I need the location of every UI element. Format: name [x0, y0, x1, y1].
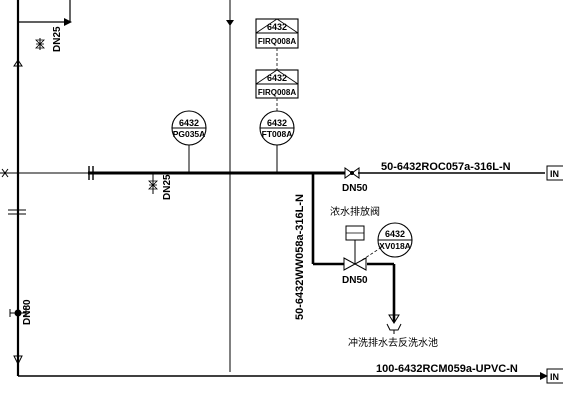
drain-line-label: 50-6432WW058a-316L-N: [294, 194, 306, 320]
instrument-xv018a: 6432 XV018A: [377, 222, 413, 258]
drain-branch-pipe: [311, 173, 402, 334]
left-vent-valve: DN80: [9, 299, 33, 325]
header-drain-valve: DN25: [148, 173, 173, 200]
xv018a-number: 6432: [385, 229, 405, 239]
outlet-valve-size: DN50: [342, 183, 368, 194]
drain-control-valve: DN50 浓水排放阀: [330, 205, 383, 286]
firq008a-upper-number: 6432: [267, 22, 287, 32]
pid-diagram: DN25 DN80 DN25 6432 PG035A 6432 FT008A 6…: [0, 0, 563, 384]
bottom-line-label: 100-6432RCM059a-UPVC-N: [376, 363, 518, 375]
left-vertical-pipe: [8, 0, 72, 376]
vertical-reference-line: [226, 0, 234, 372]
instrument-pg035a: 6432 PG035A: [171, 110, 207, 173]
drain-valve-caption: 浓水排放阀: [330, 205, 380, 218]
instrument-ft008a: 6432 FT008A: [259, 48, 295, 173]
pg035a-number: 6432: [179, 118, 199, 128]
vent-size-label: DN80: [22, 299, 33, 325]
pg035a-tag: PG035A: [173, 129, 206, 139]
ft008a-tag: FT008A: [262, 129, 293, 139]
drain-valve-size: DN50: [342, 275, 368, 286]
top-left-size-label: DN25: [52, 26, 63, 52]
firq008a-lower-tag: FIRQ008A: [258, 88, 296, 97]
instrument-firq008a-lower: 6432 FIRQ008A: [255, 69, 299, 99]
firq008a-upper-tag: FIRQ008A: [258, 37, 296, 46]
lower-connector-label: IN: [550, 372, 559, 382]
outlet-line-label: 50-6432ROC057a-316L-N: [381, 161, 511, 173]
firq008a-lower-number: 6432: [267, 73, 287, 83]
off-page-connector-upper: IN: [546, 165, 563, 181]
header-size-label: DN25: [162, 174, 173, 200]
ft008a-number: 6432: [267, 118, 287, 128]
xv018a-tag: XV018A: [379, 241, 411, 251]
outlet-gate-valve: DN50: [342, 167, 368, 194]
instrument-firq008a-upper: 6432 FIRQ008A: [255, 18, 299, 49]
destination-caption: 冲洗排水去反洗水池: [348, 336, 438, 349]
upper-connector-label: IN: [550, 169, 559, 179]
top-left-branch-valve: DN25: [35, 26, 63, 52]
